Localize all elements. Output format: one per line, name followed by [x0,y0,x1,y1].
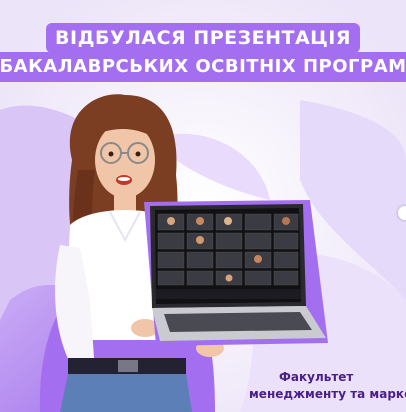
faculty-name: Факультет менеджменту та маркетингу [249,369,406,403]
faculty-line-2: менеджменту та маркетингу [249,387,406,401]
headline-line-1: ВІДБУЛАСЯ ПРЕЗЕНТАЦІЯ [46,23,360,53]
laptop-illustration [144,200,328,346]
faculty-line-1: Факультет [279,370,354,384]
headline-line-2: БАКАЛАВРСЬКИХ ОСВІТНІХ ПРОГРАМ [0,52,406,82]
poster: ВІДБУЛАСЯ ПРЕЗЕНТАЦІЯ БАКАЛАВРСЬКИХ ОСВІ… [0,0,406,412]
chevron-right-icon[interactable] [398,206,406,220]
